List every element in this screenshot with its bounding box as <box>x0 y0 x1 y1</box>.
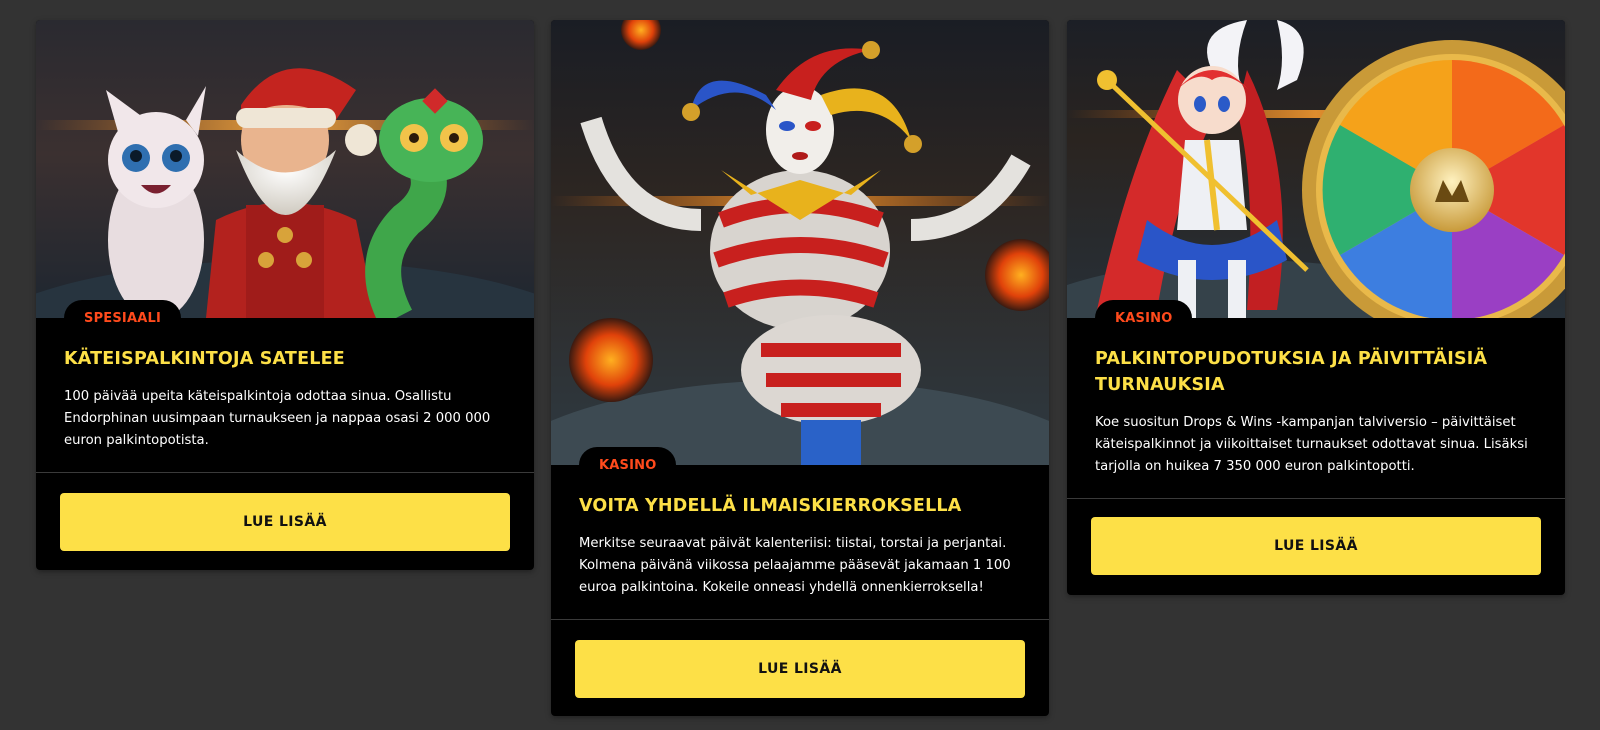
card-divider <box>36 472 534 473</box>
card-title: KÄTEISPALKINTOJA SATELEE <box>64 349 345 369</box>
promo-image-prize-wheel[interactable] <box>1067 20 1565 318</box>
card-title: PALKINTOPUDOTUKSIA JA PÄIVITTÄISIÄ TURNA… <box>1095 349 1488 395</box>
promo-card-free-spin: KASINO VOITA YHDELLÄ ILMAISKIERROKSELLA … <box>551 20 1049 716</box>
promo-image-jester[interactable] <box>551 20 1049 465</box>
card-divider <box>1067 498 1565 499</box>
prize-wheel-artwork-icon <box>1067 20 1565 318</box>
card-description: Merkitse seuraavat päivät kalenteriisi: … <box>579 536 1011 595</box>
promo-card-cash-prizes: SPESIAALI KÄTEISPALKINTOJA SATELEE 100 p… <box>36 20 534 570</box>
category-badge: KASINO <box>1095 300 1193 334</box>
card-content: VOITA YHDELLÄ ILMAISKIERROKSELLA Merkits… <box>551 465 1049 599</box>
promotion-cards: SPESIAALI KÄTEISPALKINTOJA SATELEE 100 p… <box>0 0 1600 730</box>
category-badge: KASINO <box>579 447 677 481</box>
read-more-button[interactable]: LUE LISÄÄ <box>60 493 510 551</box>
card-content: PALKINTOPUDOTUKSIA JA PÄIVITTÄISIÄ TURNA… <box>1067 318 1565 478</box>
card-divider <box>551 619 1049 620</box>
card-description: 100 päivää upeita käteispalkintoja odott… <box>64 389 491 448</box>
read-more-button[interactable]: LUE LISÄÄ <box>1091 517 1541 575</box>
category-badge: SPESIAALI <box>64 300 182 334</box>
card-description: Koe suositun Drops & Wins -kampanjan tal… <box>1095 415 1528 474</box>
jester-artwork-icon <box>551 20 1049 465</box>
promo-image-santa[interactable] <box>36 20 534 318</box>
read-more-button[interactable]: LUE LISÄÄ <box>575 640 1025 698</box>
promo-card-drops-wins: KASINO PALKINTOPUDOTUKSIA JA PÄIVITTÄISI… <box>1067 20 1565 595</box>
card-title: VOITA YHDELLÄ ILMAISKIERROKSELLA <box>579 496 962 516</box>
santa-artwork-icon <box>36 20 534 318</box>
card-content: KÄTEISPALKINTOJA SATELEE 100 päivää upei… <box>36 318 534 452</box>
